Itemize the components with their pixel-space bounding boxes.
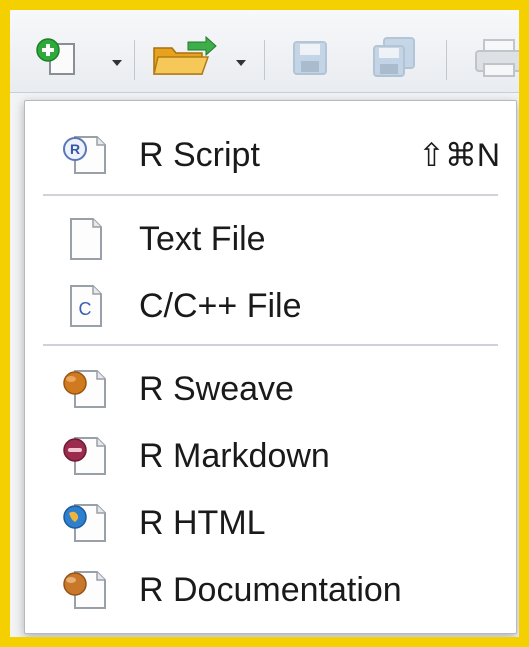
text-file-icon	[70, 218, 102, 260]
menu-item-label: R Sweave	[139, 370, 294, 408]
menu-divider	[43, 344, 498, 346]
menu-item-label: R HTML	[139, 504, 266, 542]
toolbar	[10, 10, 519, 93]
menu-item-r-markdown[interactable]: R Markdown	[25, 424, 516, 486]
svg-text:R: R	[70, 141, 80, 157]
save-icon	[293, 41, 327, 75]
menu-item-r-html[interactable]: R HTML	[25, 491, 516, 553]
menu-item-r-sweave[interactable]: R Sweave	[25, 357, 516, 419]
print-button[interactable]	[472, 36, 519, 80]
new-file-icon	[36, 38, 75, 75]
chevron-down-icon[interactable]	[236, 60, 246, 66]
new-file-button[interactable]	[32, 36, 102, 80]
c-file-icon: C	[70, 285, 102, 327]
toolbar-divider	[264, 40, 265, 80]
r-documentation-file-icon	[63, 571, 106, 609]
menu-item-c-file[interactable]: C C/C++ File	[25, 274, 516, 336]
r-html-file-icon	[63, 504, 106, 542]
open-file-button[interactable]	[148, 35, 228, 80]
chevron-down-icon[interactable]	[112, 60, 122, 66]
menu-item-label: C/C++ File	[139, 287, 302, 325]
svg-text:C: C	[79, 299, 92, 319]
menu-item-text-file[interactable]: Text File	[25, 207, 516, 269]
menu-item-label: R Documentation	[139, 571, 402, 609]
r-script-file-icon: R	[63, 136, 106, 174]
toolbar-divider	[446, 40, 447, 80]
toolbar-divider	[134, 40, 135, 80]
save-all-icon	[373, 37, 415, 77]
print-icon	[475, 39, 519, 77]
keyboard-shortcut: ⇧⌘N	[418, 137, 500, 173]
menu-divider	[43, 194, 498, 196]
menu-item-label: R Script	[139, 136, 260, 174]
menu-item-r-documentation[interactable]: R Documentation	[25, 558, 516, 620]
save-all-button[interactable]	[368, 36, 424, 80]
menu-item-r-script[interactable]: R R Script ⇧⌘N	[25, 123, 516, 185]
menu-item-label: Text File	[139, 220, 266, 258]
new-file-menu: R R Script ⇧⌘N Text File C C/C++ File R …	[24, 100, 517, 634]
menu-item-label: R Markdown	[139, 437, 330, 475]
open-folder-icon	[153, 35, 217, 75]
r-sweave-file-icon	[63, 370, 106, 408]
save-button[interactable]	[288, 36, 338, 80]
r-markdown-file-icon	[63, 437, 106, 475]
highlight-frame: R R Script ⇧⌘N Text File C C/C++ File R …	[0, 0, 529, 647]
